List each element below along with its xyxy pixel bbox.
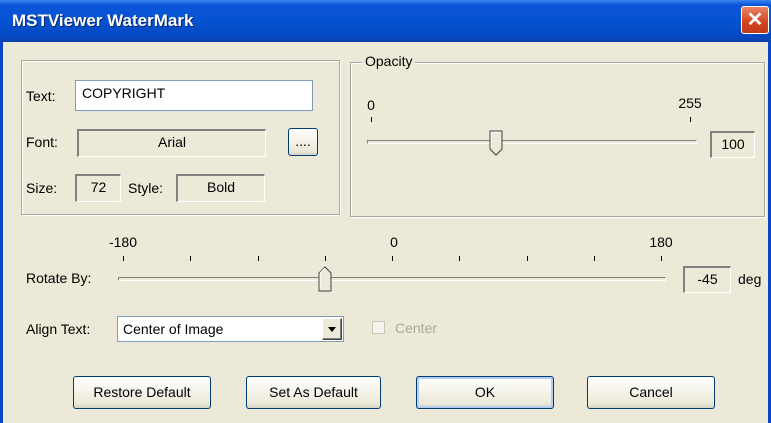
set-as-default-button[interactable]: Set As Default [246,376,381,409]
rotate-tick [661,256,662,261]
opacity-min-label: 0 [367,97,375,113]
rotate-tick [594,256,595,261]
center-checkbox[interactable] [372,321,385,334]
font-value: Arial [77,129,266,157]
opacity-slider-thumb[interactable] [489,130,503,156]
rotate-max-label: 180 [649,234,673,250]
rotate-tick [459,256,460,261]
ok-button[interactable]: OK [416,376,554,409]
align-label: Align Text: [26,321,91,337]
rotate-unit: deg [738,271,762,287]
size-label: Size: [26,180,58,196]
opacity-tick [371,117,372,122]
chevron-down-icon [328,327,336,332]
dropdown-button[interactable] [322,318,342,340]
text-label: Text: [26,88,56,104]
size-value: 72 [75,174,121,202]
rotate-tick [190,256,191,261]
rotate-tick [123,256,124,261]
font-label: Font: [26,134,58,150]
rotate-tick [527,256,528,261]
align-text-dropdown[interactable]: Center of Image [117,316,344,342]
style-value: Bold [176,174,265,202]
rotate-value[interactable]: -45 [683,266,731,293]
close-icon: ✕ [746,9,764,31]
rotate-slider-thumb[interactable] [318,266,332,292]
center-checkbox-label: Center [395,320,438,336]
rotate-tick [325,256,326,261]
close-button[interactable]: ✕ [741,6,769,34]
opacity-max-label: 255 [678,95,702,111]
restore-default-button[interactable]: Restore Default [73,376,211,409]
rotate-label: Rotate By: [26,270,92,286]
rotate-mid-label: 0 [390,234,398,250]
font-browse-button[interactable]: .... [288,128,318,156]
watermark-text-input[interactable]: COPYRIGHT [75,80,313,111]
style-label: Style: [128,180,164,196]
opacity-value[interactable]: 100 [710,131,755,158]
opacity-tick [690,117,691,122]
window-frame-left [0,42,3,423]
cancel-button[interactable]: Cancel [587,376,715,409]
align-selected-value: Center of Image [123,321,224,337]
watermark-dialog: MSTViewer WaterMark ✕ Text: COPYRIGHT Fo… [0,0,771,423]
opacity-slider-track[interactable] [367,140,697,144]
rotate-tick [258,256,259,261]
title-bar[interactable]: MSTViewer WaterMark ✕ [0,0,771,42]
rotate-slider-track[interactable] [118,277,666,281]
rotate-min-label: -180 [108,234,138,250]
rotate-tick [392,256,393,261]
opacity-legend: Opacity [362,53,416,69]
window-title: MSTViewer WaterMark [12,11,194,30]
